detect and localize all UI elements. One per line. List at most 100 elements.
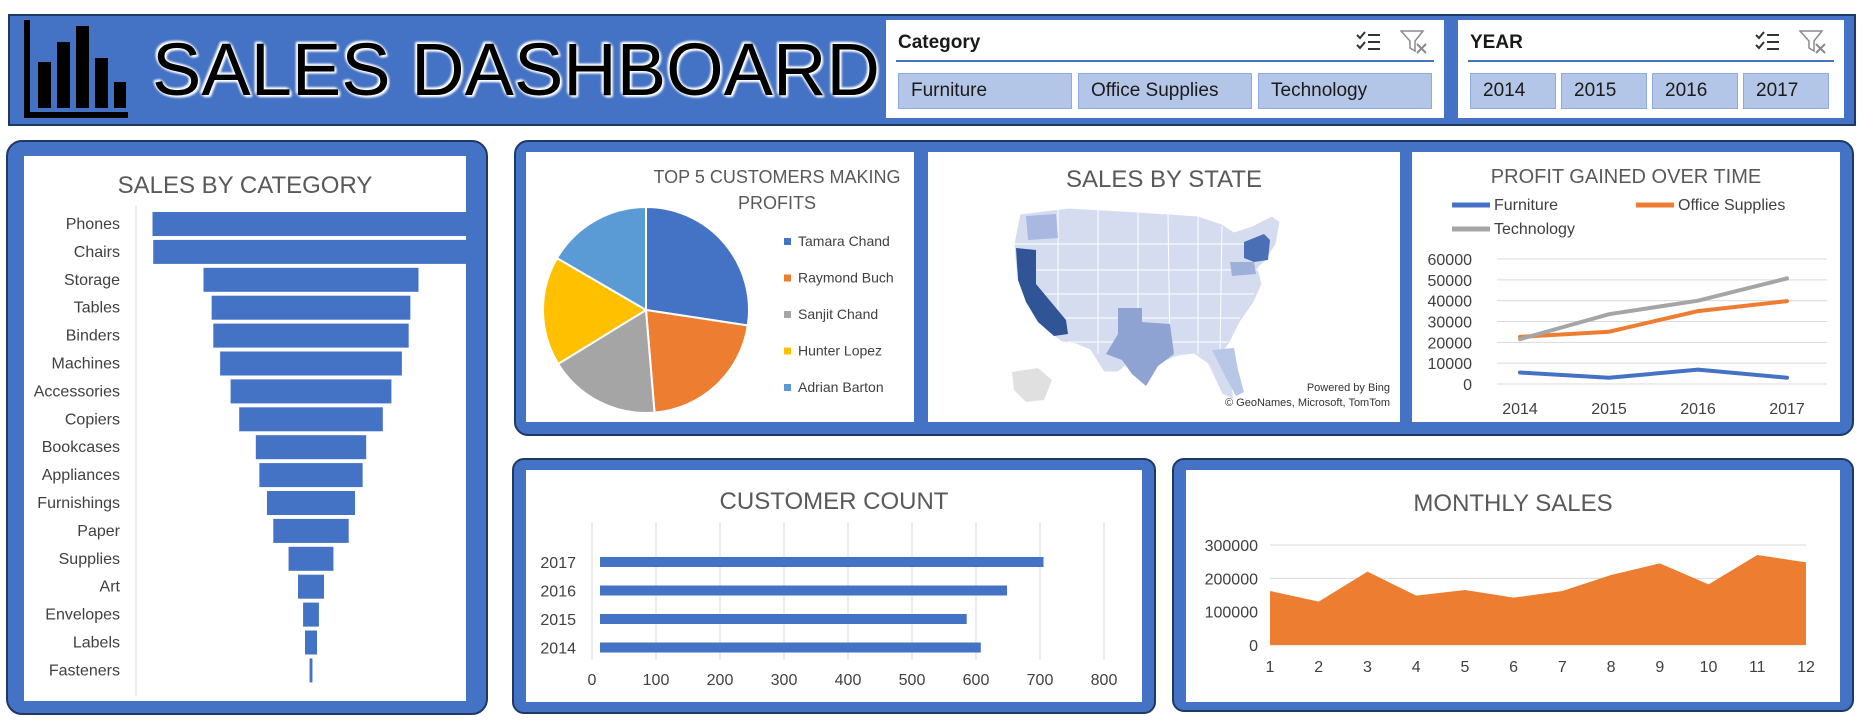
x-tick-label: 2015 <box>1591 401 1627 418</box>
x-tick-label: 0 <box>588 672 597 689</box>
bar-2017 <box>600 557 1044 567</box>
funnel-bar-machines <box>220 351 402 376</box>
category-label: Tables <box>74 300 120 317</box>
category-label: Phones <box>66 216 120 233</box>
slicer-item-technology[interactable]: Technology <box>1258 73 1432 109</box>
legend-label: Technology <box>1494 221 1575 238</box>
x-tick-label: 5 <box>1460 659 1469 676</box>
y-tick-label: 20000 <box>1428 335 1473 352</box>
funnel-bar-storage <box>203 267 419 292</box>
x-tick-label: 12 <box>1797 659 1815 676</box>
category-slicer: Category Furniture Office Supplies Techn… <box>886 20 1444 118</box>
funnel-bar-chairs <box>153 239 466 264</box>
sales-by-category-chart: SALES BY CATEGORY Phones Chairs Storage Tab… <box>24 156 466 701</box>
x-tick-label: 500 <box>899 672 926 689</box>
legend-swatch <box>784 311 791 318</box>
bar-2016 <box>600 585 1008 596</box>
category-label: Binders <box>66 328 120 345</box>
sales-by-state-chart: SALES BY STATE Powered by Bing © GeoName… <box>928 152 1400 422</box>
multi-select-icon[interactable] <box>1355 30 1381 54</box>
slicer-item-furniture[interactable]: Furniture <box>898 73 1072 109</box>
category-label: Bookcases <box>42 439 120 456</box>
y-tick-label: 40000 <box>1428 294 1473 311</box>
legend-label: Tamara Chand <box>798 233 890 249</box>
funnel-bar-fasteners <box>309 658 313 683</box>
funnel-bar-labels <box>304 630 318 655</box>
legend-label: Office Supplies <box>1678 197 1785 214</box>
funnel-bar-phones <box>152 212 466 236</box>
x-tick-label: 4 <box>1412 659 1421 676</box>
clear-filter-icon[interactable] <box>1799 29 1827 55</box>
legend-label: Raymond Buch <box>798 270 894 286</box>
y-tick-label: 50000 <box>1428 273 1473 290</box>
category-label: Storage <box>64 272 120 289</box>
funnel-bar-art <box>297 574 325 599</box>
funnel-bar-copiers <box>239 407 383 432</box>
x-tick-label: 11 <box>1749 659 1766 676</box>
funnel-bar-envelopes <box>303 602 319 627</box>
x-tick-label: 8 <box>1607 659 1616 676</box>
slicer-item-2016[interactable]: 2016 <box>1652 73 1738 109</box>
pie-slice-raymond-buch <box>644 308 749 414</box>
funnel-bar-tables <box>211 295 411 320</box>
category-label: Furnishings <box>37 495 120 512</box>
y-tick-label: 10000 <box>1428 356 1473 373</box>
funnel-bar-furnishings <box>266 491 356 515</box>
y-tick-label: 200000 <box>1205 571 1258 588</box>
x-tick-label: 6 <box>1509 659 1518 676</box>
x-tick-label: 300 <box>771 672 798 689</box>
legend-swatch <box>784 384 791 391</box>
funnel-bar-appliances <box>259 463 363 488</box>
slicer-item-2014[interactable]: 2014 <box>1470 73 1556 109</box>
category-label: Chairs <box>74 244 120 261</box>
bar-2015 <box>600 614 967 624</box>
slicer-item-2015[interactable]: 2015 <box>1561 73 1647 109</box>
y-tick-label: 2014 <box>540 641 576 658</box>
bar-2014 <box>600 642 981 653</box>
x-tick-label: 100 <box>643 672 670 689</box>
category-slicer-label: Category <box>898 32 981 53</box>
x-tick-label: 2 <box>1314 659 1323 676</box>
funnel-bar-bookcases <box>255 435 367 460</box>
x-tick-label: 600 <box>963 672 990 689</box>
funnel-bar-accessories <box>230 379 392 404</box>
legend-label: Adrian Barton <box>798 379 884 395</box>
x-tick-label: 7 <box>1558 659 1567 676</box>
customer-count-chart: CUSTOMER COUNT 0 100 200 300 400 500 600 700 800… <box>526 470 1142 702</box>
y-tick-label: 2015 <box>540 612 576 629</box>
x-tick-label: 2014 <box>1502 401 1538 418</box>
year-slicer-label: YEAR <box>1470 32 1523 53</box>
legend-swatch <box>784 274 791 282</box>
y-tick-label: 60000 <box>1428 252 1473 269</box>
x-tick-label: 9 <box>1655 659 1664 676</box>
category-label: Paper <box>77 523 120 540</box>
y-tick-label: 30000 <box>1428 315 1473 332</box>
multi-select-icon[interactable] <box>1754 30 1780 54</box>
x-tick-label: 200 <box>707 672 734 689</box>
x-tick-label: 3 <box>1363 659 1372 676</box>
dashboard-title: SALES DASHBOARD <box>152 28 880 111</box>
funnel-bar-supplies <box>288 546 334 571</box>
category-label: Copiers <box>65 411 120 428</box>
x-tick-label: 400 <box>835 672 862 689</box>
monthly-sales-chart: MONTHLY SALES 0 100000 200000 300000 1 2 3 4 5 6 7… <box>1186 470 1840 702</box>
clear-filter-icon[interactable] <box>1400 29 1428 55</box>
legend-label: Sanjit Chand <box>798 306 878 322</box>
slicer-item-2017[interactable]: 2017 <box>1743 73 1829 109</box>
y-tick-label: 2016 <box>540 584 576 601</box>
slicer-item-office-supplies[interactable]: Office Supplies <box>1078 73 1252 109</box>
y-tick-label: 0 <box>1463 377 1472 394</box>
y-tick-label: 0 <box>1249 638 1258 655</box>
chart-title: SALES BY STATE <box>1065 166 1263 193</box>
category-label: Appliances <box>42 467 120 484</box>
pie-slice-tamara-chand <box>645 205 750 327</box>
area-series-monthly-sales <box>1270 555 1806 645</box>
y-tick-label: 2017 <box>540 555 576 572</box>
category-label: Supplies <box>59 551 120 568</box>
bar-chart-icon <box>24 20 128 118</box>
profit-over-time-chart: PROFIT GAINED OVER TIME 0 10000 20000 30000… <box>1412 152 1840 422</box>
slicer-divider <box>1468 60 1834 62</box>
map-attribution-sources: © GeoNames, Microsoft, TomTom <box>1225 397 1390 409</box>
x-tick-label: 10 <box>1700 659 1718 676</box>
line-series-furniture <box>1518 367 1789 380</box>
